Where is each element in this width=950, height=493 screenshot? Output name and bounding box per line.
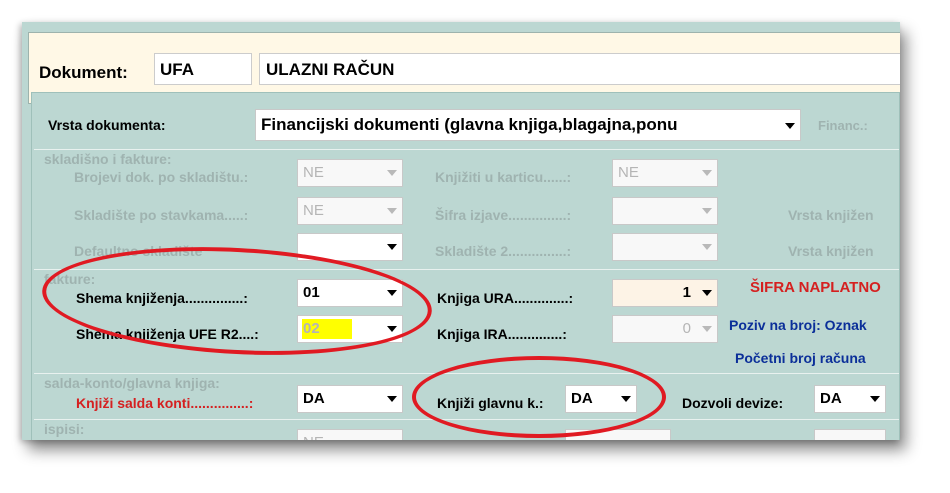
ispisi-dropdown-2[interactable] [565,429,671,440]
sifra-izjave-label: Šifra izjave...............: [435,207,572,223]
salda-konto-section-title: salda-konto/glavna knjiga: [44,375,220,391]
vrsta-dokumenta-dropdown[interactable]: Financijski dokumenti (glavna knjiga,bla… [255,109,801,141]
poziv-na-broj-label: Poziv na broj: Oznak [729,317,867,333]
chevron-down-icon [387,170,397,176]
vrsta-dokumenta-label: Vrsta dokumenta: [48,117,166,133]
chevron-down-icon [702,170,712,176]
dozvoli-devize-label: Dozvoli devize: [682,395,784,411]
divider [34,419,899,420]
knjizi-glavnu-label: Knjiži glavnu k.: [437,395,544,411]
vrsta-knjizenja-label-1: Vrsta knjižen [788,207,874,223]
chevron-down-icon [702,290,712,296]
skladiste-po-stavkama-label: Skladište po stavkama.....: [74,207,249,223]
settings-panel: Vrsta dokumenta: Financijski dokumenti (… [31,92,900,440]
knjiziti-u-karticu-value: NE [618,164,639,181]
vrsta-knjizenja-label-2: Vrsta knjižen [788,243,874,259]
dokument-label: Dokument: [39,63,128,82]
knjiga-ira-value: 0 [682,320,691,337]
ispisi-value: NE [303,434,324,440]
brojevi-dok-label: Brojevi dok. po skladištu.: [74,169,249,185]
knjiziti-u-karticu-label: Knjižiti u karticu......: [435,169,572,185]
sifra-naplatno-label: ŠIFRA NAPLATNO [750,279,881,296]
chevron-down-icon [702,244,712,250]
chevron-down-icon [621,396,631,402]
knjiga-ura-label: Knjiga URA..............: [437,290,574,306]
ispisi-dropdown[interactable]: NE [297,429,403,440]
financ-label: Financ.: [818,118,868,133]
knjizi-glavnu-dropdown[interactable]: DA [565,385,637,413]
ispisi-section-title: ispisi: [44,421,85,437]
chevron-down-icon [387,208,397,214]
skladiste-2-dropdown[interactable] [612,233,718,261]
skladiste-2-label: Skladište 2...............: [435,243,572,259]
chevron-down-icon [387,396,397,402]
shema-knjizenja-label: Shema knjiženja...............: [76,290,248,306]
chevron-down-icon [387,326,397,332]
document-name-field[interactable]: ULAZNI RAČUN [259,53,900,85]
chevron-down-icon [870,396,880,402]
skladiste-po-stavkama-value: NE [303,202,324,219]
dozvoli-devize-dropdown[interactable]: DA [814,385,886,413]
chevron-down-icon [387,290,397,296]
chevron-down-icon [785,123,795,129]
document-code-field[interactable]: UFA [154,53,252,85]
knjiga-ura-value: 1 [682,284,691,301]
knjizi-salda-konti-value: DA [303,390,325,407]
knjizi-salda-konti-dropdown[interactable]: DA [297,385,403,413]
skladiste-po-stavkama-dropdown[interactable]: NE [297,197,403,225]
chevron-down-icon [702,208,712,214]
shema-knjizenja-dropdown[interactable]: 01 [297,279,403,307]
chevron-down-icon [702,326,712,332]
pocetni-broj-racuna-label: Početni broj računa [735,350,866,366]
fakture-section-title: fakture: [44,271,96,287]
document-settings-window: Dokument: UFA ULAZNI RAČUN Vrsta dokumen… [22,22,900,440]
ispisi-dropdown-3[interactable] [814,429,886,440]
brojevi-dok-dropdown[interactable]: NE [297,159,403,187]
knjiziti-u-karticu-dropdown[interactable]: NE [612,159,718,187]
sifra-izjave-dropdown[interactable] [612,197,718,225]
knjiga-ira-label: Knjiga IRA..............: [437,326,567,342]
vrsta-dokumenta-value: Financijski dokumenti (glavna knjiga,bla… [261,115,678,134]
brojevi-dok-value: NE [303,164,324,181]
skladisno-section-title: skladišno i fakture: [44,151,172,167]
shema-knjizenja-value: 01 [303,284,320,301]
shema-knjizenja-ufe-label: Shema knjiženja UFE R2....: [76,326,259,342]
chevron-down-icon [387,244,397,250]
shema-knjizenja-ufe-dropdown[interactable]: 02 [297,315,403,343]
defaultno-skladiste-label: Defaultno skladište [74,243,203,259]
knjiga-ura-dropdown[interactable]: 1 [612,279,718,307]
divider [34,149,899,150]
divider [34,269,899,270]
knjizi-glavnu-value: DA [571,390,593,407]
knjiga-ira-dropdown[interactable]: 0 [612,315,718,343]
divider [34,373,899,374]
knjizi-salda-konti-label: Knjiži salda konti...............: [76,395,254,411]
dozvoli-devize-value: DA [820,390,842,407]
defaultno-skladiste-dropdown[interactable] [297,233,403,261]
shema-knjizenja-ufe-value: 02 [303,320,320,337]
